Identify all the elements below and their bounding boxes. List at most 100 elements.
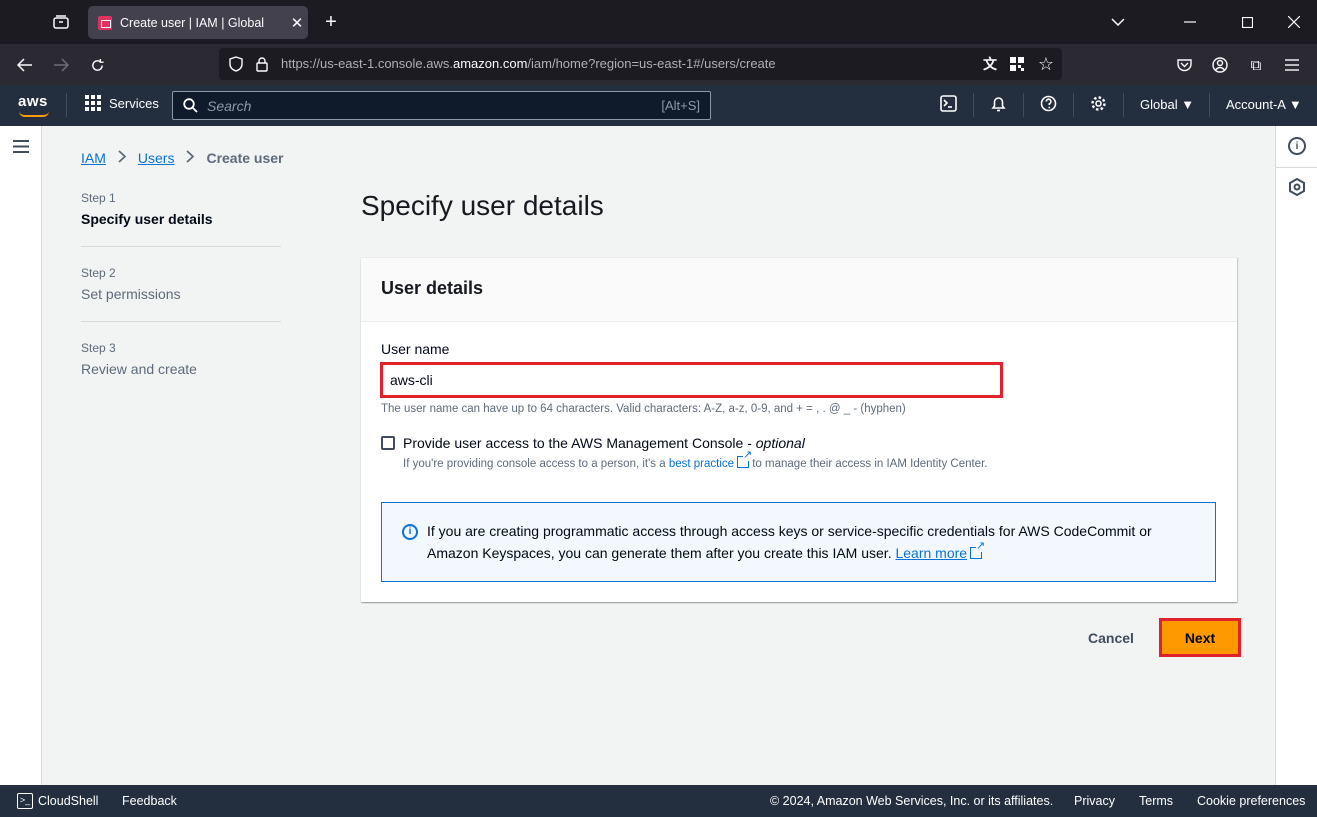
console-footer: >_ CloudShell Feedback © 2024, Amazon We… <box>0 785 1317 817</box>
browser-nav-bar: https://us-east-1.console.aws.amazon.com… <box>0 44 1317 85</box>
close-window-icon[interactable] <box>1284 12 1304 32</box>
cookie-preferences-link[interactable]: Cookie preferences <box>1197 794 1305 808</box>
services-label: Services <box>109 95 159 111</box>
translate-icon[interactable]: 文 <box>980 54 1000 74</box>
browser-tab-active[interactable]: Create user | IAM | Global ✕ <box>88 6 308 39</box>
shield-icon[interactable] <box>227 55 245 73</box>
step-number: Step 3 <box>81 341 116 355</box>
tab-overview-icon[interactable] <box>50 12 72 32</box>
minimize-icon[interactable] <box>1180 12 1200 32</box>
tab-list-chevron-icon[interactable] <box>1108 12 1128 32</box>
bookmark-star-icon[interactable]: ☆ <box>1036 54 1056 74</box>
step-title: Set permissions <box>81 286 181 302</box>
divider <box>81 321 281 322</box>
cloudshell-icon[interactable] <box>940 95 957 116</box>
breadcrumb-users[interactable]: Users <box>138 150 175 166</box>
step-number: Step 2 <box>81 266 116 280</box>
best-practice-link[interactable]: best practice <box>669 458 734 470</box>
breadcrumb-current: Create user <box>206 150 284 166</box>
url-bar[interactable]: https://us-east-1.console.aws.amazon.com… <box>219 48 1062 80</box>
grid-icon <box>85 95 101 111</box>
account-icon[interactable] <box>1210 55 1230 75</box>
services-menu-button[interactable]: Services <box>85 95 159 111</box>
reload-icon[interactable] <box>87 55 107 75</box>
divider <box>1023 93 1024 117</box>
page-title: Specify user details <box>361 190 604 221</box>
maximize-icon[interactable] <box>1237 12 1257 32</box>
aws-top-navigation: aws Services Search [Alt+S] Global ▼ Acc… <box>0 85 1317 126</box>
qr-code-icon[interactable] <box>1008 55 1026 73</box>
divider <box>973 93 974 117</box>
right-tools-rail: i <box>1275 126 1317 785</box>
info-icon: i <box>402 524 418 540</box>
divider <box>1276 167 1317 168</box>
user-details-container: User details User name The user name can… <box>361 257 1237 602</box>
username-constraint-text: The user name can have up to 64 characte… <box>381 403 906 415</box>
chevron-right-icon <box>186 150 195 166</box>
search-placeholder: Search <box>207 98 252 114</box>
info-text: If you are creating programmatic access … <box>427 523 1152 561</box>
step-title: Review and create <box>81 361 197 377</box>
step-2: Step 2 Set permissions <box>81 266 281 302</box>
cloudshell-icon[interactable]: >_ <box>17 793 33 809</box>
step-1: Step 1 Specify user details <box>81 191 281 227</box>
cancel-button[interactable]: Cancel <box>1080 626 1142 650</box>
search-shortcut: [Alt+S] <box>661 98 700 113</box>
container-header: User details <box>361 258 1237 322</box>
tab-close-icon[interactable]: ✕ <box>286 14 308 32</box>
console-access-description: If you're providing console access to a … <box>403 450 1003 472</box>
breadcrumb-iam[interactable]: IAM <box>81 150 106 166</box>
info-alert: i If you are creating programmatic acces… <box>381 502 1216 582</box>
aws-smile-icon <box>19 111 49 117</box>
divider <box>1209 93 1210 117</box>
privacy-link[interactable]: Privacy <box>1074 794 1115 808</box>
settings-gear-icon[interactable] <box>1090 95 1107 116</box>
search-icon <box>183 98 198 118</box>
menu-hamburger-icon[interactable] <box>1282 55 1302 75</box>
step-3: Step 3 Review and create <box>81 341 281 377</box>
extensions-icon[interactable]: ⧉ <box>1246 55 1266 75</box>
divider <box>1073 93 1074 117</box>
breadcrumb: IAM Users Create user <box>81 150 284 166</box>
divider <box>81 246 281 247</box>
external-link-icon[interactable] <box>970 541 986 559</box>
info-panel-icon[interactable]: i <box>1288 137 1306 155</box>
notifications-bell-icon[interactable] <box>990 95 1007 116</box>
region-selector[interactable]: Global ▼ <box>1140 97 1194 112</box>
username-input[interactable] <box>380 362 1003 398</box>
browser-tab-bar: Create user | IAM | Global ✕ + <box>0 0 1317 44</box>
search-input[interactable]: Search [Alt+S] <box>172 91 711 120</box>
iam-favicon-icon <box>98 15 112 30</box>
learn-more-link[interactable]: Learn more <box>895 545 967 561</box>
chevron-right-icon <box>118 150 127 166</box>
feedback-link[interactable]: Feedback <box>122 794 177 808</box>
left-navigation-rail <box>0 126 42 785</box>
step-title: Specify user details <box>81 211 213 227</box>
copyright-text: © 2024, Amazon Web Services, Inc. or its… <box>770 794 1054 808</box>
side-nav-menu-icon[interactable] <box>13 140 29 158</box>
aws-logo[interactable]: aws <box>18 93 49 117</box>
new-tab-icon[interactable]: + <box>320 10 342 34</box>
account-caret-icon: ▼ <box>1288 97 1302 112</box>
divider <box>1123 93 1124 117</box>
external-link-icon[interactable] <box>737 450 753 468</box>
lock-icon[interactable] <box>253 55 271 73</box>
url-text[interactable]: https://us-east-1.console.aws.amazon.com… <box>281 56 776 71</box>
cloudshell-link[interactable]: CloudShell <box>38 794 98 808</box>
next-button[interactable]: Next <box>1162 621 1238 654</box>
back-icon[interactable] <box>15 55 35 75</box>
username-label: User name <box>381 341 450 357</box>
tab-title: Create user | IAM | Global <box>120 15 265 30</box>
region-caret-icon: ▼ <box>1181 97 1195 112</box>
console-content: i IAM Users Create user Step 1 Specify u… <box>0 126 1317 785</box>
pocket-icon[interactable] <box>1174 55 1194 75</box>
help-panel-icon[interactable] <box>1288 177 1306 201</box>
next-button-highlight: Next <box>1159 618 1241 657</box>
terms-link[interactable]: Terms <box>1139 794 1173 808</box>
step-number: Step 1 <box>81 191 116 205</box>
help-icon[interactable] <box>1040 95 1057 116</box>
forward-icon[interactable] <box>51 55 71 75</box>
divider <box>66 93 67 117</box>
account-menu[interactable]: Account-A ▼ <box>1226 97 1302 112</box>
console-access-checkbox[interactable] <box>381 436 395 450</box>
